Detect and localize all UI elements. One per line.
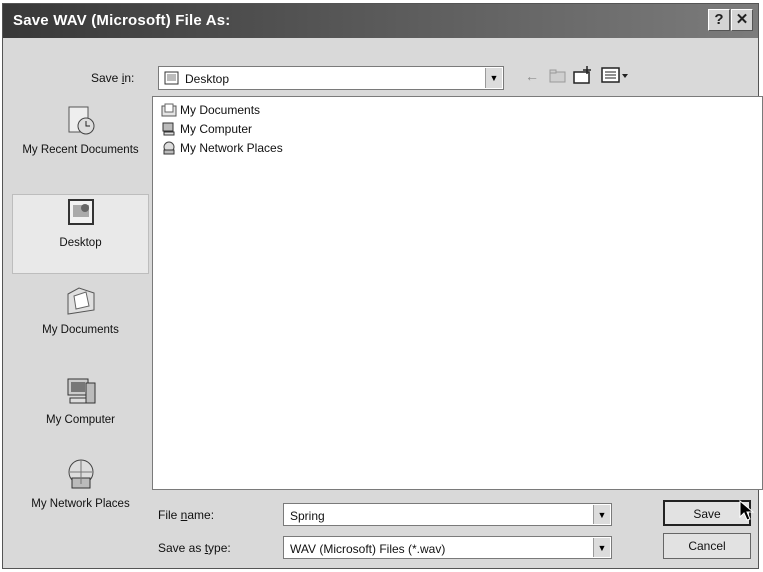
save-as-type-dropdown-arrow[interactable]: ▼ bbox=[593, 538, 610, 557]
desktop-icon bbox=[67, 199, 94, 225]
network-icon bbox=[163, 141, 175, 155]
dialog-title: Save WAV (Microsoft) File As: bbox=[13, 12, 231, 29]
places-label: Desktop bbox=[59, 237, 102, 249]
title-bar[interactable]: Save WAV (Microsoft) File As: ? ✕ bbox=[3, 4, 758, 38]
places-label: My Recent Documents bbox=[22, 144, 139, 156]
save-as-type-label: Save as type: bbox=[158, 541, 231, 555]
new-folder-icon[interactable] bbox=[573, 65, 595, 85]
save-as-dialog: Save WAV (Microsoft) File As: ? ✕ Save i… bbox=[2, 3, 763, 569]
save-in-dropdown[interactable]: Desktop ▼ bbox=[158, 66, 504, 90]
places-recent-documents[interactable]: My Recent Documents bbox=[12, 104, 149, 190]
places-label: My Computer bbox=[45, 414, 116, 426]
computer-icon bbox=[162, 122, 175, 136]
close-button[interactable]: ✕ bbox=[731, 9, 753, 31]
back-arrow-icon[interactable]: ← bbox=[525, 68, 539, 84]
file-name-value: Spring bbox=[290, 509, 325, 523]
mouse-cursor-icon bbox=[739, 500, 755, 521]
recent-documents-icon bbox=[68, 106, 94, 135]
list-item[interactable]: My Network Places bbox=[161, 141, 283, 155]
places-label: My Network Places bbox=[31, 498, 130, 510]
places-my-documents[interactable]: My Documents bbox=[12, 284, 149, 364]
cancel-button[interactable]: Cancel bbox=[663, 533, 751, 559]
my-computer-icon bbox=[67, 378, 95, 404]
list-item[interactable]: My Computer bbox=[161, 122, 252, 136]
save-button[interactable]: Save bbox=[663, 500, 751, 526]
network-places-icon bbox=[68, 459, 93, 489]
file-list[interactable]: My Documents My Computer My Network Plac… bbox=[152, 96, 763, 490]
view-menu-icon[interactable] bbox=[601, 67, 629, 84]
places-bar: My Recent Documents Desktop My Documents… bbox=[12, 96, 149, 556]
folder-documents-icon bbox=[161, 103, 177, 117]
save-in-dropdown-arrow[interactable]: ▼ bbox=[485, 68, 502, 88]
places-my-network[interactable]: My Network Places bbox=[12, 458, 149, 548]
places-my-computer[interactable]: My Computer bbox=[12, 374, 149, 454]
save-as-type-dropdown[interactable]: WAV (Microsoft) Files (*.wav) ▼ bbox=[283, 536, 612, 559]
save-as-type-value: WAV (Microsoft) Files (*.wav) bbox=[290, 542, 446, 556]
places-label: My Documents bbox=[42, 324, 119, 336]
my-documents-icon bbox=[67, 287, 94, 315]
file-name-dropdown-arrow[interactable]: ▼ bbox=[593, 505, 610, 524]
places-desktop[interactable]: Desktop bbox=[12, 194, 149, 274]
file-name-field[interactable]: Spring ▼ bbox=[283, 503, 612, 526]
list-item[interactable]: My Documents bbox=[161, 103, 260, 117]
file-name-label: File name: bbox=[158, 508, 215, 522]
help-button[interactable]: ? bbox=[708, 9, 730, 31]
save-in-value: Desktop bbox=[185, 72, 230, 86]
up-folder-icon[interactable] bbox=[549, 68, 567, 84]
save-in-label: Save in: bbox=[91, 71, 135, 85]
desktop-small-icon bbox=[164, 71, 179, 85]
